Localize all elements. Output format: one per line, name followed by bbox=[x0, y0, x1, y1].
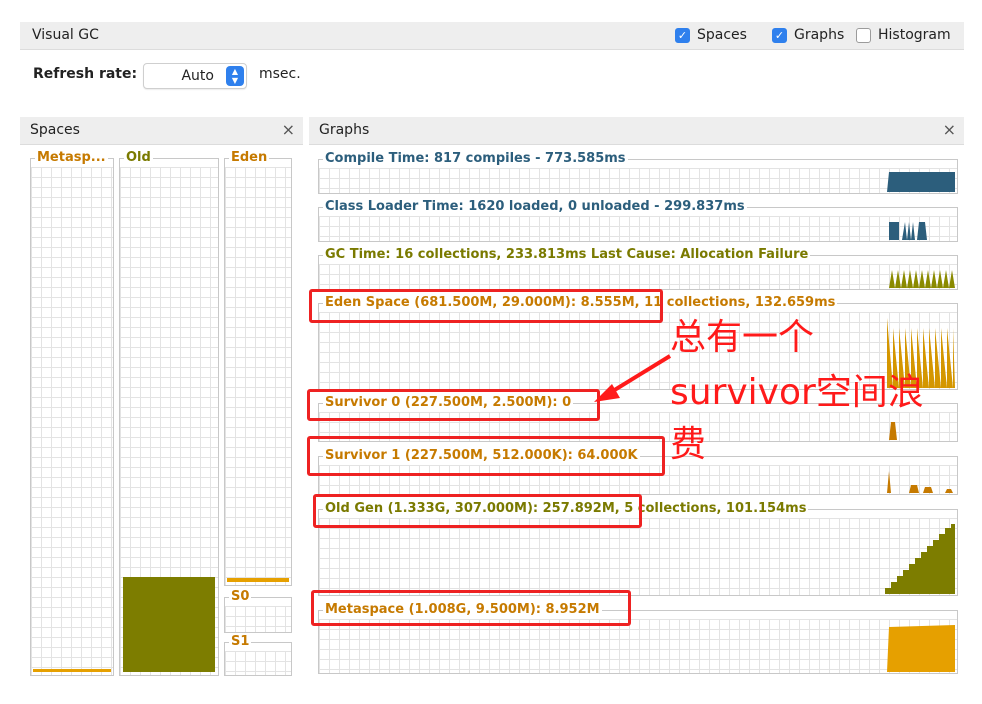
s0-label: S0 bbox=[229, 589, 252, 605]
updown-arrow-icon: ▲ ▼ bbox=[226, 66, 244, 86]
metaspace-highlight-box bbox=[311, 590, 631, 626]
annotation-arrow bbox=[594, 354, 672, 402]
refresh-unit: msec. bbox=[259, 66, 301, 82]
refresh-rate-value: Auto bbox=[181, 68, 214, 84]
gc-time-graph: GC Time: 16 collections, 233.813ms Last … bbox=[318, 247, 958, 290]
gc-time-label: GC Time: 16 collections, 233.813ms Last … bbox=[323, 247, 811, 263]
metaspace-space: Metasp... bbox=[30, 150, 114, 676]
graphs-panel-header: Graphs × bbox=[309, 117, 964, 145]
close-icon[interactable]: × bbox=[282, 120, 295, 139]
spaces-panel-title: Spaces bbox=[30, 122, 80, 138]
visual-gc-toolbar: Visual GC ✓ Spaces ✓ Graphs Histogram bbox=[20, 22, 964, 50]
s1-label: S1 bbox=[229, 634, 252, 650]
compile-time-label: Compile Time: 817 compiles - 773.585ms bbox=[323, 151, 628, 167]
checkmark-icon: ✓ bbox=[772, 27, 787, 43]
metaspace-fill bbox=[33, 669, 111, 672]
s1-space: S1 bbox=[224, 634, 292, 676]
spaces-panel-header: Spaces × bbox=[20, 117, 303, 145]
survivor-0-highlight-box bbox=[307, 389, 600, 421]
spaces-checkbox[interactable]: ✓ Spaces bbox=[675, 27, 747, 43]
eden-highlight-box bbox=[309, 289, 663, 323]
old-label: Old bbox=[124, 150, 153, 166]
old-space: Old bbox=[119, 150, 219, 676]
annotation-line-1: 总有一个 bbox=[670, 317, 815, 358]
class-loader-time-label: Class Loader Time: 1620 loaded, 0 unload… bbox=[323, 199, 747, 215]
old-gen-highlight-box bbox=[313, 494, 642, 528]
window-title: Visual GC bbox=[32, 27, 99, 43]
graphs-checkbox-label: Graphs bbox=[794, 27, 845, 43]
spaces-checkbox-label: Spaces bbox=[697, 27, 747, 43]
refresh-rate-label: Refresh rate: bbox=[33, 66, 138, 82]
survivor-1-highlight-box bbox=[307, 436, 665, 476]
annotation-line-2: survivor空间浪 bbox=[670, 372, 924, 413]
metaspace-label: Metasp... bbox=[35, 150, 108, 166]
refresh-rate-select[interactable]: Auto ▲ ▼ bbox=[143, 63, 247, 89]
graphs-checkbox[interactable]: ✓ Graphs bbox=[772, 27, 844, 43]
eden-label: Eden bbox=[229, 150, 270, 166]
compile-time-graph: Compile Time: 817 compiles - 773.585ms bbox=[318, 151, 958, 194]
annotation-line-3: 费 bbox=[670, 424, 707, 465]
eden-fill bbox=[227, 578, 289, 582]
eden-space: Eden bbox=[224, 150, 292, 586]
checkmark-icon: ✓ bbox=[675, 27, 690, 43]
close-icon[interactable]: × bbox=[943, 120, 956, 139]
s0-space: S0 bbox=[224, 589, 292, 633]
empty-checkbox-icon bbox=[856, 27, 871, 43]
class-loader-time-graph: Class Loader Time: 1620 loaded, 0 unload… bbox=[318, 199, 958, 242]
histogram-checkbox-label: Histogram bbox=[878, 27, 951, 43]
graphs-panel-title: Graphs bbox=[319, 122, 370, 138]
old-fill bbox=[123, 577, 215, 672]
histogram-checkbox[interactable]: Histogram bbox=[856, 27, 951, 43]
